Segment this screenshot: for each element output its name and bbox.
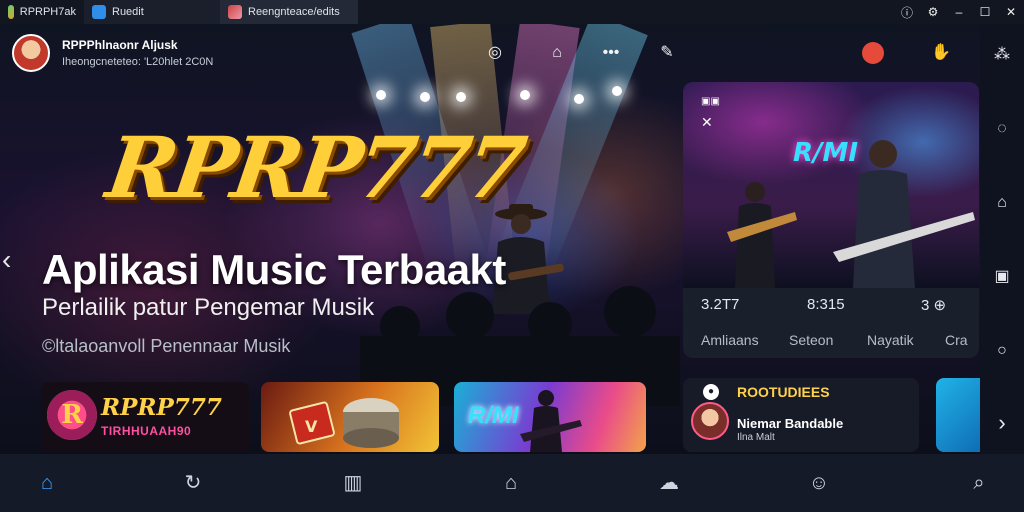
bottom-navigation: ⌂ ↻ ▥ ⌂ ☁ ☺ ⌕ <box>0 454 1024 512</box>
stat-value: 3.2T7 <box>701 296 740 313</box>
thumb-icon[interactable]: ✋ <box>930 42 952 64</box>
chat-icon[interactable]: ◎ <box>484 42 506 64</box>
svg-text:V: V <box>305 417 318 436</box>
image-icon[interactable]: ▣ <box>991 266 1013 288</box>
news-subtitle: Ilna Malt <box>737 432 775 443</box>
chevron-left-icon[interactable]: ‹ <box>2 244 22 276</box>
stat-value: 3 ⊕ <box>921 297 947 314</box>
stage-light <box>612 86 622 96</box>
promo-card-rmi[interactable]: R/MI <box>454 382 646 452</box>
tab-reengnteace[interactable]: Reengnteace/edits <box>220 0 358 24</box>
chat-icon[interactable]: ◌ <box>991 118 1013 140</box>
stage-light <box>574 94 584 104</box>
news-card[interactable]: ● ROOTUDIEES Niemar Bandable Ilna Malt <box>683 378 919 452</box>
image-icon <box>228 5 242 19</box>
guitarist-silhouette <box>727 140 975 288</box>
hero-title: Aplikasi Music Terbaakt <box>42 246 506 293</box>
stat-label: Amliaans <box>701 332 759 348</box>
featured-card[interactable]: ▣▣ ✕ R/MI 3.2T7 8:315 3 ⊕ Amliaans Seteo… <box>683 82 979 358</box>
featured-image: ▣▣ ✕ R/MI <box>683 82 979 288</box>
profile-icon[interactable]: ☺ <box>806 470 832 496</box>
app-icon <box>8 5 14 19</box>
right-rail: ⁂ ◌ ⌂ ▣ ○ › <box>980 24 1024 454</box>
stat-label: Seteon <box>789 332 834 348</box>
card-subtitle: TIRHHUAAH90 <box>101 424 192 438</box>
drum-kit-icon: V <box>289 398 399 448</box>
stage-light <box>520 90 530 100</box>
refresh-icon[interactable]: ↻ <box>180 470 206 496</box>
home-icon[interactable]: ⌂ <box>991 192 1013 214</box>
window-controls: ⓘ ⚙ – ☐ ✕ <box>894 0 1024 24</box>
stat-value: 8:315 <box>807 296 845 313</box>
settings-icon[interactable]: ⚙ <box>920 5 946 19</box>
promo-card-drums[interactable]: V <box>261 382 439 452</box>
stage-light <box>376 90 386 100</box>
share-icon[interactable]: ⁂ <box>991 44 1013 66</box>
artist-avatar <box>691 402 729 440</box>
cloud-icon[interactable]: ☁ <box>656 470 682 496</box>
library-icon[interactable]: ▥ <box>340 470 366 496</box>
browser-icon <box>92 5 106 19</box>
tab-ruedit[interactable]: Ruedit <box>84 0 220 24</box>
promo-card-rprp777[interactable]: R RPRP777 TIRHHUAAH90 <box>41 382 249 452</box>
maximize-icon[interactable]: ☐ <box>972 5 998 19</box>
next-card-peek[interactable] <box>936 378 980 452</box>
tab-label: Reengnteace/edits <box>248 6 340 18</box>
tab-label: RPRPH7ak <box>19 6 76 18</box>
tab-rprph7ak[interactable]: RPRPH7ak <box>0 0 84 24</box>
news-title: Niemar Bandable <box>737 416 844 431</box>
notification-icon: ● <box>703 384 719 400</box>
stage-light <box>420 92 430 102</box>
bag-icon[interactable]: ⌂ <box>546 42 568 64</box>
user-subtitle: Iheongcneteteo: 'L20hlet 2C0N <box>62 56 214 68</box>
close-icon[interactable]: ✕ <box>998 5 1024 19</box>
more-icon[interactable]: ••• <box>600 42 622 64</box>
card-title: RPRP777 <box>101 394 222 421</box>
home-icon[interactable]: ⌂ <box>34 470 60 496</box>
guitarist-figure <box>520 390 582 452</box>
stat-label: Nayatik <box>867 332 914 348</box>
comment-icon[interactable]: ○ <box>991 340 1013 362</box>
chevron-right-icon[interactable]: › <box>991 412 1013 434</box>
minimize-icon[interactable]: – <box>946 5 972 19</box>
brand-badge: R <box>47 390 97 440</box>
search-icon[interactable]: ⌕ <box>966 470 992 496</box>
stat-label: Cra <box>945 332 968 348</box>
title-bar: RPRPH7ak Ruedit Reengnteace/edits ⓘ ⚙ – … <box>0 0 1024 24</box>
news-heading: ROOTUDIEES <box>737 384 830 400</box>
info-icon[interactable]: ⓘ <box>894 4 920 21</box>
user-avatar[interactable] <box>12 34 50 72</box>
pen-icon[interactable]: ✎ <box>656 42 678 64</box>
hero-logo: RPRP777 <box>101 118 529 217</box>
hero-subtitle: Perlailik patur Pengemar Musik <box>42 294 375 321</box>
house-icon[interactable]: ⌂ <box>498 470 524 496</box>
stage-light <box>456 92 466 102</box>
record-icon[interactable] <box>862 42 884 64</box>
user-name: RPPPhlnaonr Aljusk <box>62 38 178 52</box>
tab-label: Ruedit <box>112 6 144 18</box>
hero-caption: ©ltalaoanvoll Penennaar Musik <box>42 336 291 356</box>
